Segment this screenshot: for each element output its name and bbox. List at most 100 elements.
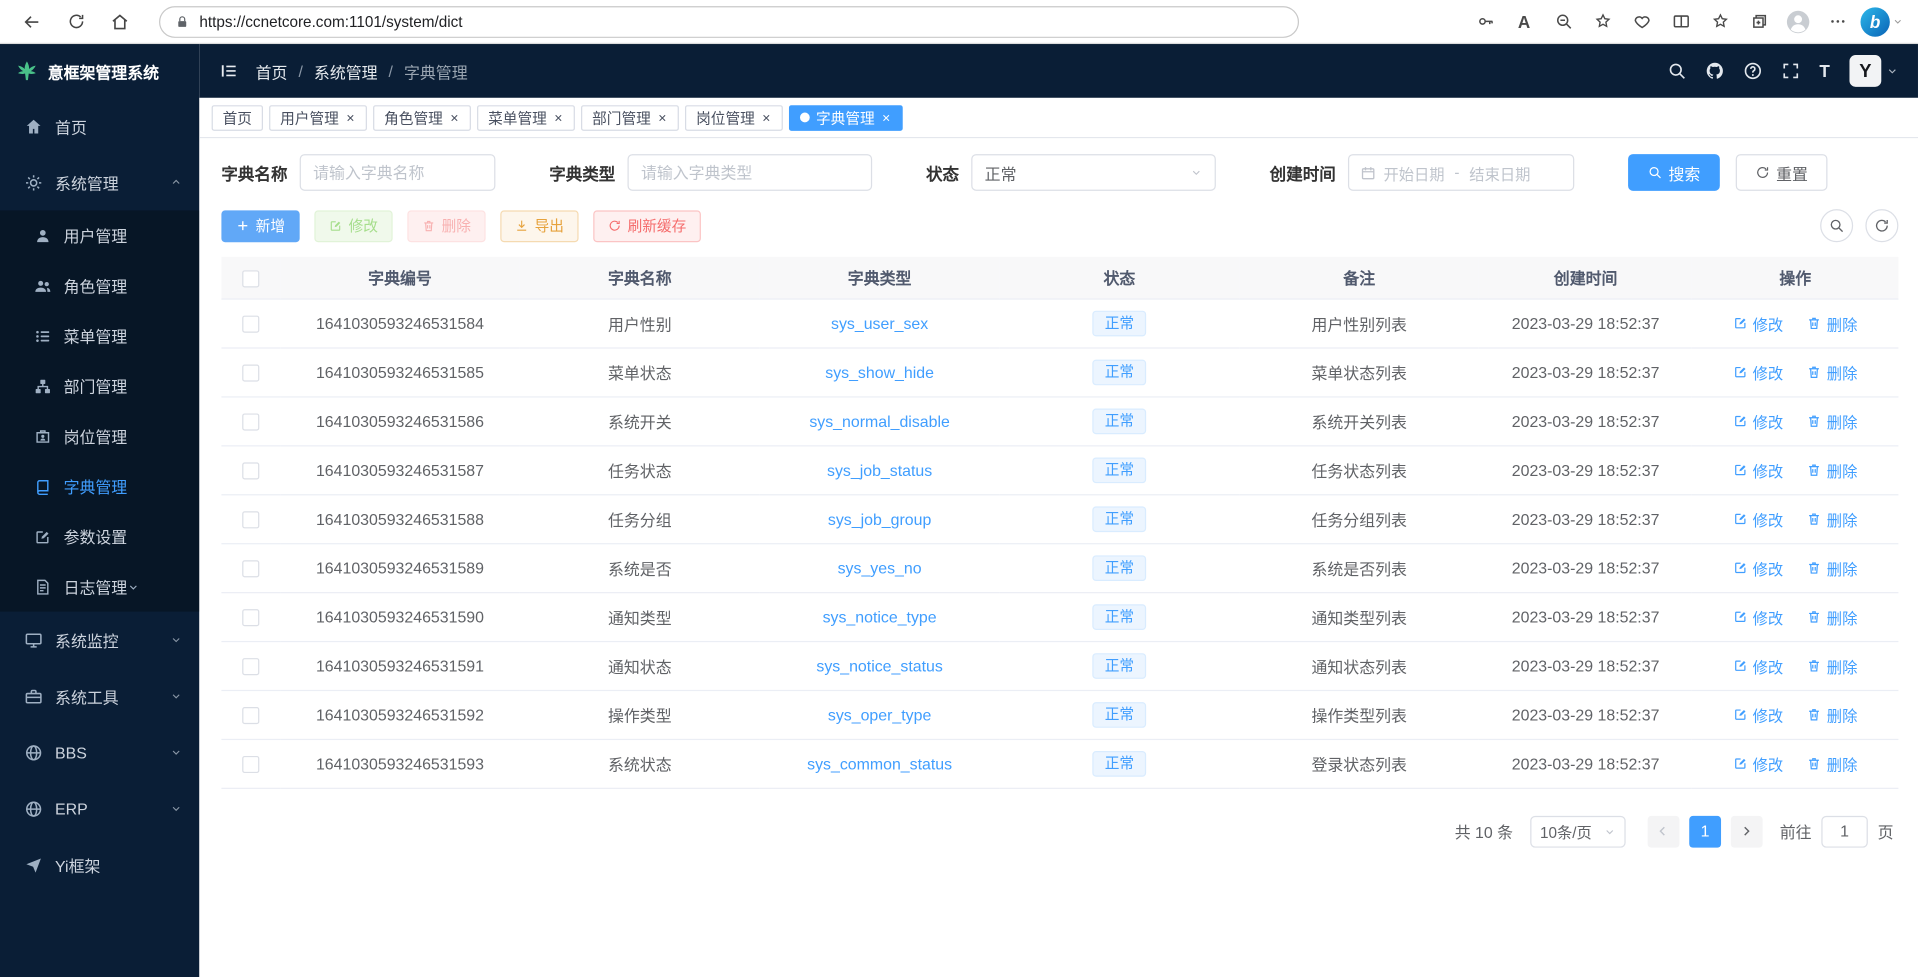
chevron-down-icon[interactable] — [1886, 65, 1898, 77]
sidebar-item-bbs[interactable]: BBS — [0, 724, 199, 780]
end-date-input[interactable]: 结束日期 — [1469, 161, 1530, 184]
favorites-icon[interactable] — [1704, 6, 1736, 38]
tab-departments[interactable]: 部门管理 — [581, 105, 679, 131]
sidebar-item-logs[interactable]: 日志管理 — [0, 561, 199, 611]
row-delete-button[interactable]: 删除 — [1807, 311, 1857, 334]
dict-type-link[interactable]: sys_yes_no — [838, 558, 922, 576]
row-delete-button[interactable]: 删除 — [1807, 507, 1857, 530]
dict-type-link[interactable]: sys_normal_disable — [809, 412, 950, 430]
sidebar-item-posts[interactable]: 岗位管理 — [0, 411, 199, 461]
password-manager-icon[interactable] — [1469, 6, 1501, 38]
breadcrumb-system[interactable]: 系统管理 — [314, 59, 378, 82]
search-button[interactable]: 搜索 — [1628, 154, 1720, 191]
row-edit-button[interactable]: 修改 — [1733, 605, 1783, 628]
tab-home[interactable]: 首页 — [212, 105, 263, 131]
close-icon[interactable] — [449, 112, 460, 123]
status-select[interactable]: 正常 — [971, 154, 1216, 191]
page-size-select[interactable]: 10条/页 — [1530, 815, 1625, 847]
add-button[interactable]: 新增 — [221, 210, 299, 242]
row-checkbox[interactable] — [242, 511, 259, 528]
close-icon[interactable] — [761, 112, 772, 123]
row-checkbox[interactable] — [242, 658, 259, 675]
next-page-button[interactable] — [1731, 815, 1763, 847]
sidebar-toggle[interactable] — [219, 61, 239, 81]
export-button[interactable]: 导出 — [500, 210, 578, 242]
profile-avatar[interactable] — [1782, 6, 1814, 38]
sidebar-item-departments[interactable]: 部门管理 — [0, 361, 199, 411]
tab-menus[interactable]: 菜单管理 — [477, 105, 575, 131]
row-delete-button[interactable]: 删除 — [1807, 409, 1857, 432]
refresh-table-button[interactable] — [1865, 209, 1898, 242]
sidebar-item-dictionary[interactable]: 字典管理 — [0, 461, 199, 511]
row-checkbox[interactable] — [242, 707, 259, 724]
select-all-checkbox[interactable] — [242, 270, 259, 287]
tab-users[interactable]: 用户管理 — [269, 105, 367, 131]
dict-type-link[interactable]: sys_job_group — [828, 509, 931, 527]
more-options-icon[interactable] — [1821, 6, 1853, 38]
row-delete-button[interactable]: 删除 — [1807, 703, 1857, 726]
close-icon[interactable] — [345, 112, 356, 123]
tab-posts[interactable]: 岗位管理 — [685, 105, 783, 131]
row-checkbox[interactable] — [242, 364, 259, 381]
prev-page-button[interactable] — [1648, 815, 1680, 847]
dict-type-input[interactable] — [628, 154, 873, 191]
delete-button[interactable]: 删除 — [407, 210, 485, 242]
close-icon[interactable] — [553, 112, 564, 123]
sidebar-item-parameters[interactable]: 参数设置 — [0, 511, 199, 561]
row-delete-button[interactable]: 删除 — [1807, 556, 1857, 579]
dict-type-link[interactable]: sys_common_status — [807, 754, 952, 772]
row-edit-button[interactable]: 修改 — [1733, 458, 1783, 481]
address-bar[interactable]: https://ccnetcore.com:1101/system/dict — [159, 6, 1299, 38]
sidebar-item-erp[interactable]: ERP — [0, 780, 199, 836]
edit-button[interactable]: 修改 — [314, 210, 392, 242]
row-edit-button[interactable]: 修改 — [1733, 409, 1783, 432]
add-favorite-icon[interactable] — [1586, 6, 1618, 38]
reset-button[interactable]: 重置 — [1736, 154, 1828, 191]
refresh-button[interactable] — [59, 4, 93, 38]
read-aloud-icon[interactable]: A — [1508, 6, 1540, 38]
start-date-input[interactable]: 开始日期 — [1383, 161, 1444, 184]
dict-type-link[interactable]: sys_show_hide — [825, 363, 934, 381]
sidebar-item-roles[interactable]: 角色管理 — [0, 261, 199, 311]
current-page-button[interactable]: 1 — [1689, 815, 1721, 847]
row-edit-button[interactable]: 修改 — [1733, 752, 1783, 775]
dict-type-link[interactable]: sys_job_status — [827, 461, 932, 479]
bing-icon[interactable]: b — [1860, 7, 1889, 36]
back-button[interactable] — [15, 4, 49, 38]
user-avatar[interactable]: Y — [1849, 55, 1881, 87]
row-checkbox[interactable] — [242, 560, 259, 577]
collections-icon[interactable] — [1743, 6, 1775, 38]
row-delete-button[interactable]: 删除 — [1807, 458, 1857, 481]
close-icon[interactable] — [657, 112, 668, 123]
goto-page-input[interactable] — [1821, 815, 1867, 847]
dict-type-link[interactable]: sys_notice_type — [823, 607, 937, 625]
search-icon[interactable] — [1668, 61, 1688, 81]
sidebar-item-menus[interactable]: 菜单管理 — [0, 311, 199, 361]
sidebar-item-users[interactable]: 用户管理 — [0, 210, 199, 260]
row-edit-button[interactable]: 修改 — [1733, 556, 1783, 579]
row-edit-button[interactable]: 修改 — [1733, 654, 1783, 677]
sidebar-item-home[interactable]: 首页 — [0, 98, 199, 154]
font-size-icon[interactable]: T — [1819, 61, 1829, 81]
fullscreen-icon[interactable] — [1782, 61, 1802, 81]
refresh-cache-button[interactable]: 刷新缓存 — [593, 210, 701, 242]
row-delete-button[interactable]: 删除 — [1807, 752, 1857, 775]
row-checkbox[interactable] — [242, 462, 259, 479]
row-checkbox[interactable] — [242, 756, 259, 773]
row-delete-button[interactable]: 删除 — [1807, 654, 1857, 677]
row-edit-button[interactable]: 修改 — [1733, 703, 1783, 726]
github-icon[interactable] — [1706, 61, 1726, 81]
date-range-picker[interactable]: 开始日期 - 结束日期 — [1348, 154, 1574, 191]
row-delete-button[interactable]: 删除 — [1807, 605, 1857, 628]
close-icon[interactable] — [881, 112, 892, 123]
split-screen-icon[interactable] — [1665, 6, 1697, 38]
dict-type-link[interactable]: sys_notice_status — [816, 656, 942, 674]
dict-type-link[interactable]: sys_oper_type — [828, 705, 931, 723]
sidebar-item-system-tools[interactable]: 系统工具 — [0, 668, 199, 724]
row-checkbox[interactable] — [242, 609, 259, 626]
row-checkbox[interactable] — [242, 413, 259, 430]
help-icon[interactable] — [1744, 61, 1764, 81]
home-button[interactable] — [103, 4, 137, 38]
row-edit-button[interactable]: 修改 — [1733, 360, 1783, 383]
sidebar-item-system-monitor[interactable]: 系统监控 — [0, 612, 199, 668]
